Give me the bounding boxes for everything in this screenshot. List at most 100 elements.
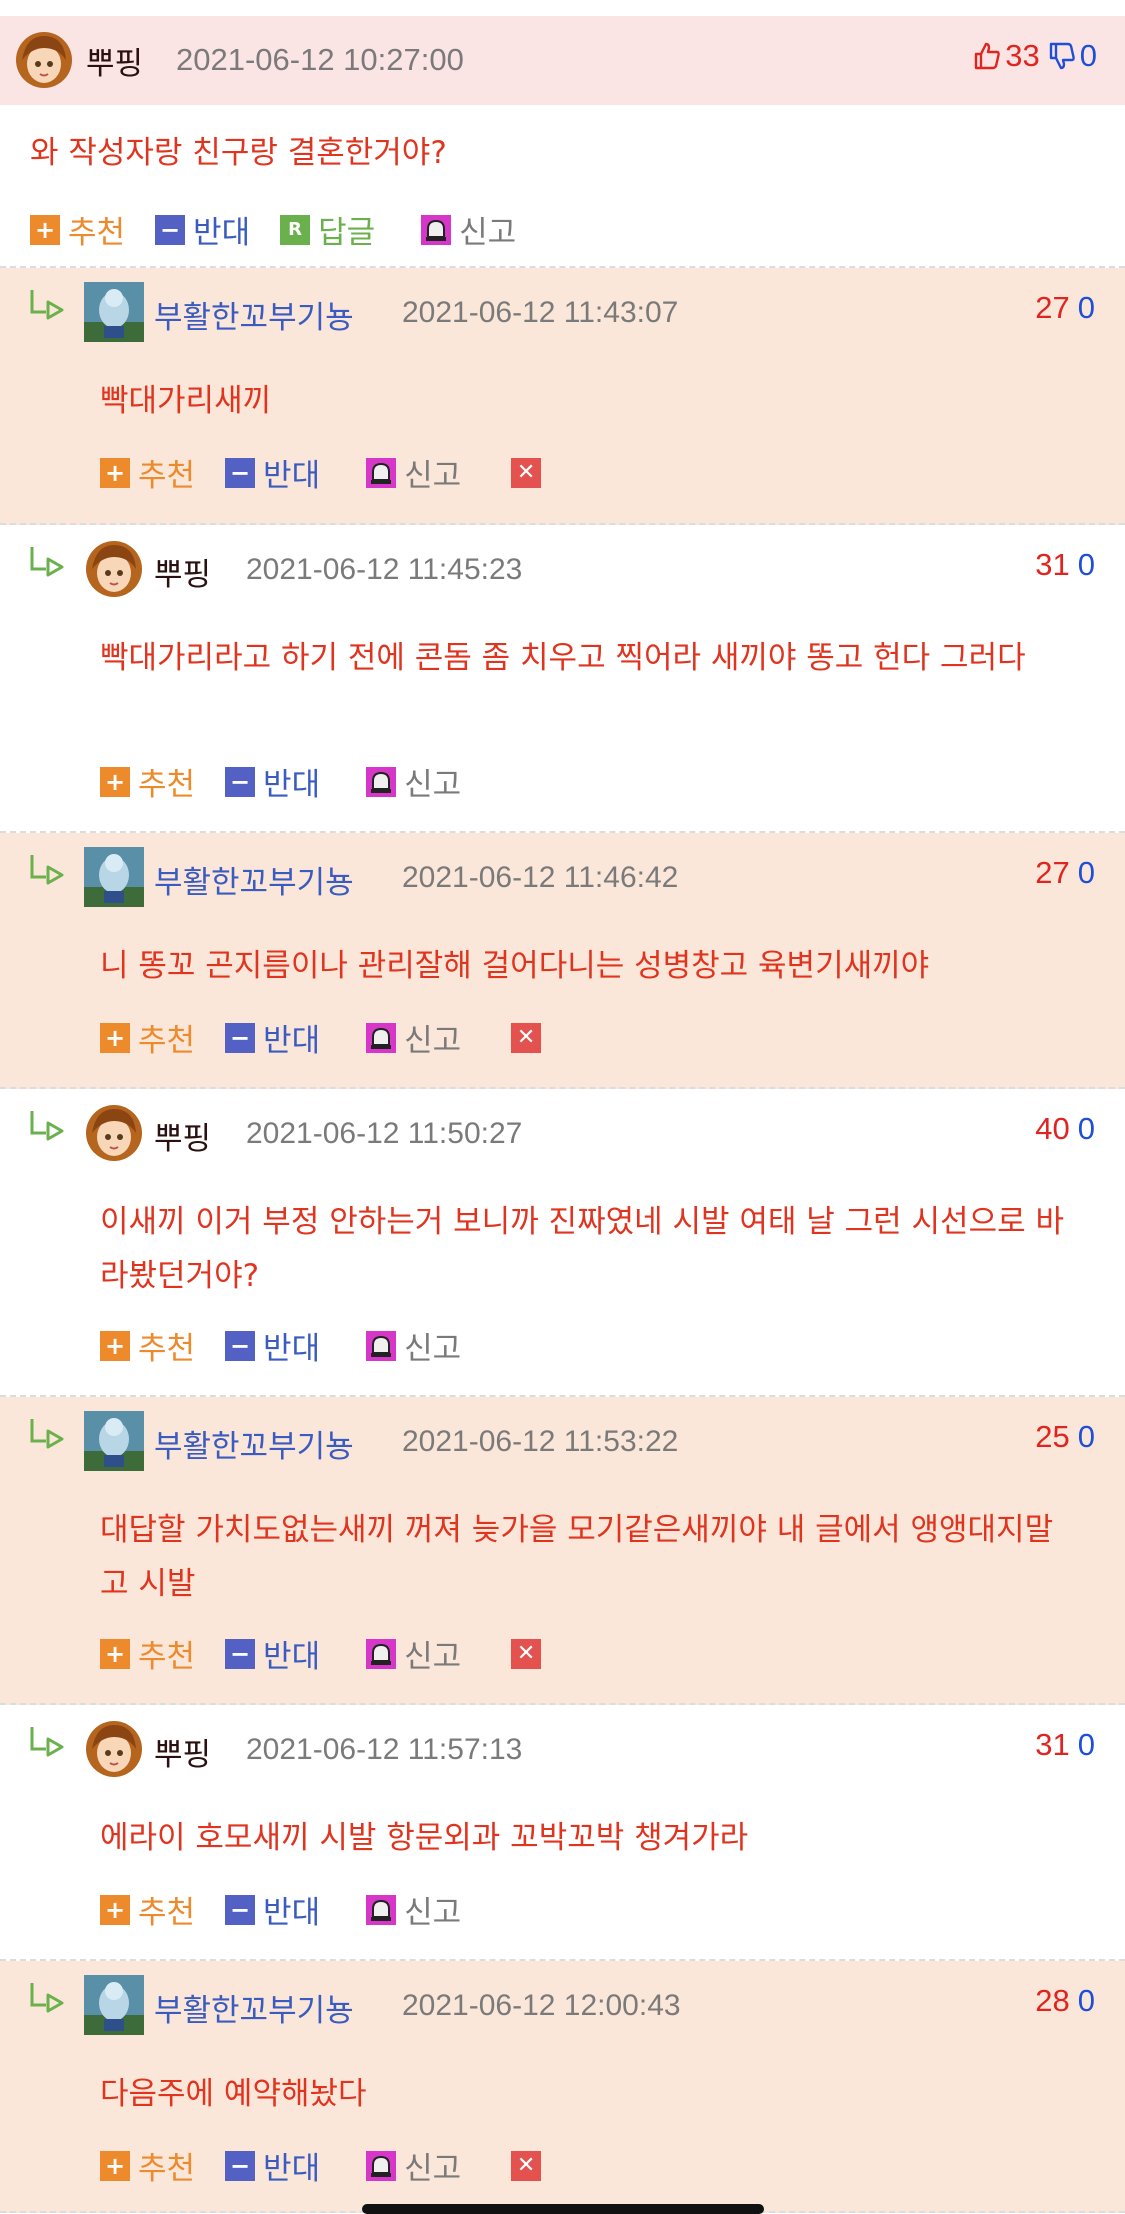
plus-icon: + [100, 2150, 130, 2181]
plus-icon: + [100, 1638, 130, 1669]
oppose-button[interactable]: − 반대 [155, 207, 250, 252]
oppose-button[interactable]: − 반대 [225, 1887, 320, 1932]
avatar-girl-icon[interactable] [84, 1103, 144, 1163]
siren-icon [366, 457, 397, 488]
delete-button[interactable]: ✕ [511, 2150, 549, 2181]
reply-arrow-icon [30, 1983, 64, 2013]
recommend-button[interactable]: + 추천 [100, 2143, 195, 2188]
avatar-squirtle-icon[interactable] [84, 1411, 144, 1471]
minus-icon: − [225, 457, 256, 488]
report-button[interactable]: 신고 [366, 1887, 461, 1932]
oppose-button[interactable]: − 반대 [225, 450, 320, 495]
report-button[interactable]: 신고 [421, 207, 516, 252]
main-comment-body: 와 작성자랑 친구랑 결혼한거야? + 추천 − 반대 R 답글 신고 [0, 105, 1125, 268]
reply-up-count[interactable]: 27 [1035, 855, 1069, 890]
reply-row: 부활한꼬부기뇽 2021-06-12 11:53:22 25 0 대답할 가치도없… [0, 1397, 1125, 1705]
main-comment-header: 뿌핑 2021-06-12 10:27:00 33 0 [0, 16, 1125, 105]
avatar-girl-icon[interactable] [84, 1719, 144, 1779]
reply-votes: 27 0 [1035, 290, 1095, 326]
reply-up-count[interactable]: 25 [1035, 1419, 1069, 1454]
reply-votes: 40 0 [1035, 1111, 1095, 1147]
recommend-button[interactable]: + 추천 [100, 1323, 195, 1368]
minus-icon: − [225, 1638, 256, 1669]
oppose-button[interactable]: − 반대 [225, 1631, 320, 1676]
reply-down-count[interactable]: 0 [1078, 855, 1095, 890]
report-button[interactable]: 신고 [366, 2143, 461, 2188]
reply-nickname[interactable]: 뿌핑 [154, 549, 211, 594]
plus-icon: + [100, 1894, 130, 1925]
reply-date: 2021-06-12 11:43:07 [402, 296, 679, 329]
siren-icon [366, 1894, 397, 1925]
reply-nickname[interactable]: 부활한꼬부기뇽 [154, 292, 354, 337]
minus-icon: − [225, 1894, 256, 1925]
avatar-girl-icon[interactable] [14, 30, 74, 90]
report-button[interactable]: 신고 [366, 450, 461, 495]
main-comment-nickname[interactable]: 뿌핑 [86, 38, 143, 83]
reply-text: 다음주에 예약해놨다 [100, 2076, 367, 2112]
report-button[interactable]: 신고 [366, 1015, 461, 1060]
report-button[interactable]: 신고 [366, 1631, 461, 1676]
reply-actions: + 추천 − 반대 신고 ✕ [100, 2143, 579, 2188]
siren-icon [366, 1022, 397, 1053]
oppose-button[interactable]: − 반대 [225, 759, 320, 804]
reply-nickname[interactable]: 뿌핑 [154, 1729, 211, 1774]
siren-icon [366, 1330, 397, 1361]
recommend-button[interactable]: + 추천 [100, 1631, 195, 1676]
reply-nickname[interactable]: 부활한꼬부기뇽 [154, 1421, 354, 1466]
reply-down-count[interactable]: 0 [1078, 1983, 1095, 2018]
oppose-button[interactable]: − 반대 [225, 2143, 320, 2188]
reply-down-count[interactable]: 0 [1078, 1727, 1095, 1762]
report-button[interactable]: 신고 [366, 759, 461, 804]
reply-row: 뿌핑 2021-06-12 11:57:13 31 0 에라이 호모새끼 시발 항… [0, 1705, 1125, 1961]
delete-button[interactable]: ✕ [511, 1022, 549, 1053]
reply-actions: + 추천 − 반대 신고 ✕ [100, 1631, 579, 1676]
reply-nickname[interactable]: 부활한꼬부기뇽 [154, 1985, 354, 2030]
avatar-squirtle-icon[interactable] [84, 847, 144, 907]
reply-down-count[interactable]: 0 [1078, 547, 1095, 582]
delete-button[interactable]: ✕ [511, 457, 549, 488]
reply-arrow-icon [30, 855, 64, 885]
report-button[interactable]: 신고 [366, 1323, 461, 1368]
recommend-button[interactable]: + 추천 [30, 207, 125, 252]
delete-button[interactable]: ✕ [511, 1638, 549, 1669]
reply-down-count[interactable]: 0 [1078, 1419, 1095, 1454]
reply-button[interactable]: R 답글 [280, 207, 375, 252]
close-icon: ✕ [511, 457, 542, 488]
reply-text: 니 똥꼬 곤지름이나 관리잘해 걸어다니는 성병창고 육변기새끼야 [100, 948, 930, 984]
reply-up-count[interactable]: 31 [1035, 1727, 1069, 1762]
avatar-girl-icon[interactable] [84, 539, 144, 599]
minus-icon: − [225, 1330, 256, 1361]
reply-votes: 31 0 [1035, 547, 1095, 583]
plus-icon: + [100, 1330, 130, 1361]
oppose-button[interactable]: − 반대 [225, 1323, 320, 1368]
recommend-button[interactable]: + 추천 [100, 450, 195, 495]
reply-nickname[interactable]: 부활한꼬부기뇽 [154, 857, 354, 902]
reply-up-count[interactable]: 40 [1035, 1111, 1069, 1146]
reply-nickname[interactable]: 뿌핑 [154, 1113, 211, 1158]
reply-arrow-icon [30, 290, 64, 320]
recommend-button[interactable]: + 추천 [100, 759, 195, 804]
siren-icon [366, 1638, 397, 1669]
thumbs-up-icon[interactable] [973, 41, 1001, 71]
avatar-squirtle-icon[interactable] [84, 282, 144, 342]
main-comment-actions: + 추천 − 반대 R 답글 신고 [30, 207, 546, 252]
reply-up-count[interactable]: 31 [1035, 547, 1069, 582]
plus-icon: + [100, 457, 130, 488]
reply-row: 뿌핑 2021-06-12 11:50:27 40 0 이새끼 이거 부정 안하는… [0, 1089, 1125, 1397]
reply-date: 2021-06-12 11:57:13 [246, 1733, 523, 1766]
reply-arrow-icon [30, 1727, 64, 1757]
recommend-button[interactable]: + 추천 [100, 1015, 195, 1060]
reply-date: 2021-06-12 12:00:43 [402, 1989, 681, 2022]
reply-up-count[interactable]: 27 [1035, 290, 1069, 325]
main-down-count: 0 [1079, 38, 1097, 73]
recommend-button[interactable]: + 추천 [100, 1887, 195, 1932]
avatar-squirtle-icon[interactable] [84, 1975, 144, 2035]
minus-icon: − [225, 1022, 256, 1053]
reply-up-count[interactable]: 28 [1035, 1983, 1069, 2018]
main-comment-text: 와 작성자랑 친구랑 결혼한거야? [30, 135, 447, 171]
reply-actions: + 추천 − 반대 신고 [100, 1887, 511, 1932]
reply-down-count[interactable]: 0 [1078, 290, 1095, 325]
reply-down-count[interactable]: 0 [1078, 1111, 1095, 1146]
oppose-button[interactable]: − 반대 [225, 1015, 320, 1060]
thumbs-down-icon[interactable] [1048, 41, 1076, 71]
